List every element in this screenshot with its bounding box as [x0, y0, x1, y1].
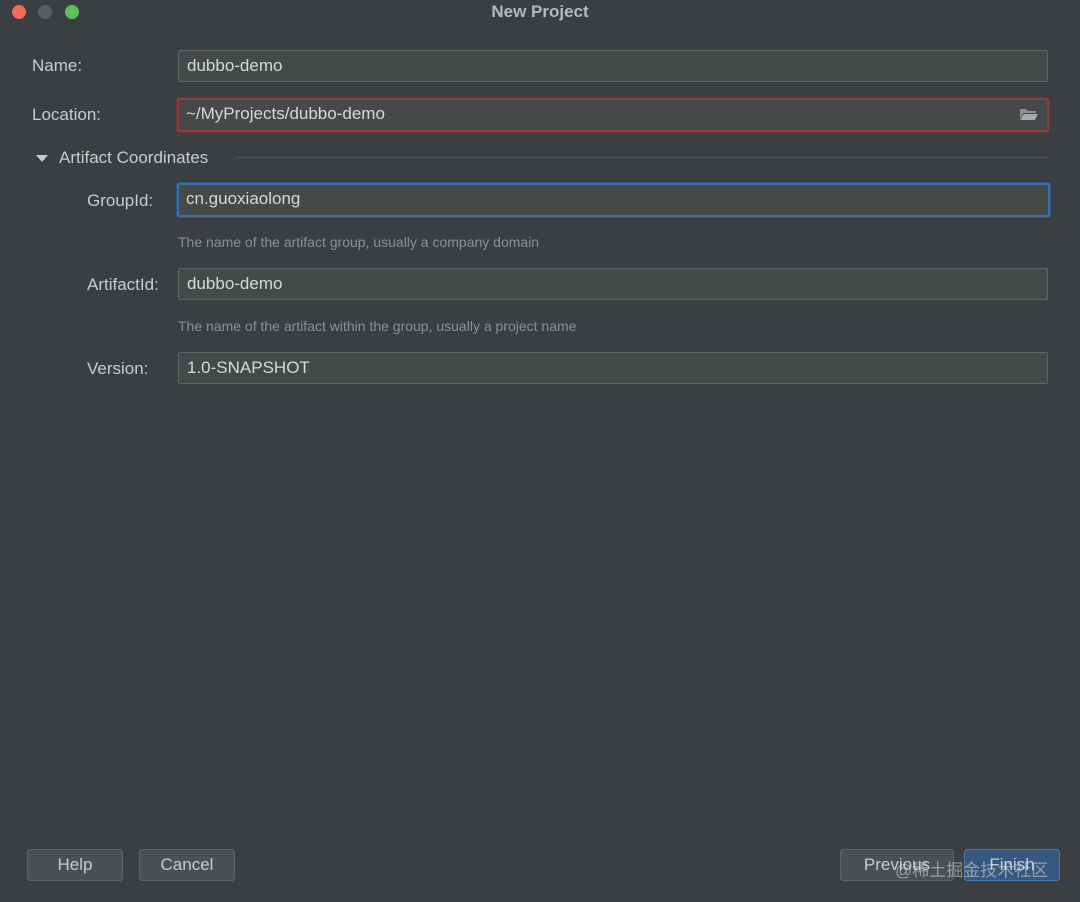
groupid-label: GroupId: [87, 191, 154, 210]
finish-button[interactable]: Finish [964, 849, 1060, 881]
window-title: New Project [491, 2, 589, 21]
new-project-dialog: New Project Name: dubbo-demo Location: ~… [0, 0, 1080, 902]
location-label: Location: [32, 105, 101, 124]
artifactid-hint: The name of the artifact within the grou… [178, 318, 577, 334]
version-label: Version: [87, 359, 149, 378]
section-title: Artifact Coordinates [59, 148, 209, 167]
previous-button[interactable]: Previous [840, 849, 954, 881]
cancel-button[interactable]: Cancel [139, 849, 235, 881]
location-field[interactable]: ~/MyProjects/dubbo-demo [177, 98, 1049, 132]
groupid-field[interactable]: cn.guoxiaolong [177, 183, 1050, 217]
groupid-hint: The name of the artifact group, usually … [178, 234, 540, 250]
section-separator [236, 157, 1048, 158]
artifactid-label: ArtifactId: [87, 275, 159, 294]
name-label: Name: [32, 56, 83, 75]
artifactid-field[interactable]: dubbo-demo [178, 268, 1048, 300]
artifact-coordinates-toggle[interactable]: Artifact Coordinates [36, 148, 208, 168]
folder-icon[interactable] [1019, 107, 1039, 121]
triangle-down-icon [36, 155, 48, 162]
version-field[interactable]: 1.0-SNAPSHOT [178, 352, 1048, 384]
name-field[interactable]: dubbo-demo [178, 50, 1048, 82]
title-bar: New Project [0, 0, 1080, 24]
help-button[interactable]: Help [27, 849, 123, 881]
location-value: ~/MyProjects/dubbo-demo [186, 104, 385, 123]
